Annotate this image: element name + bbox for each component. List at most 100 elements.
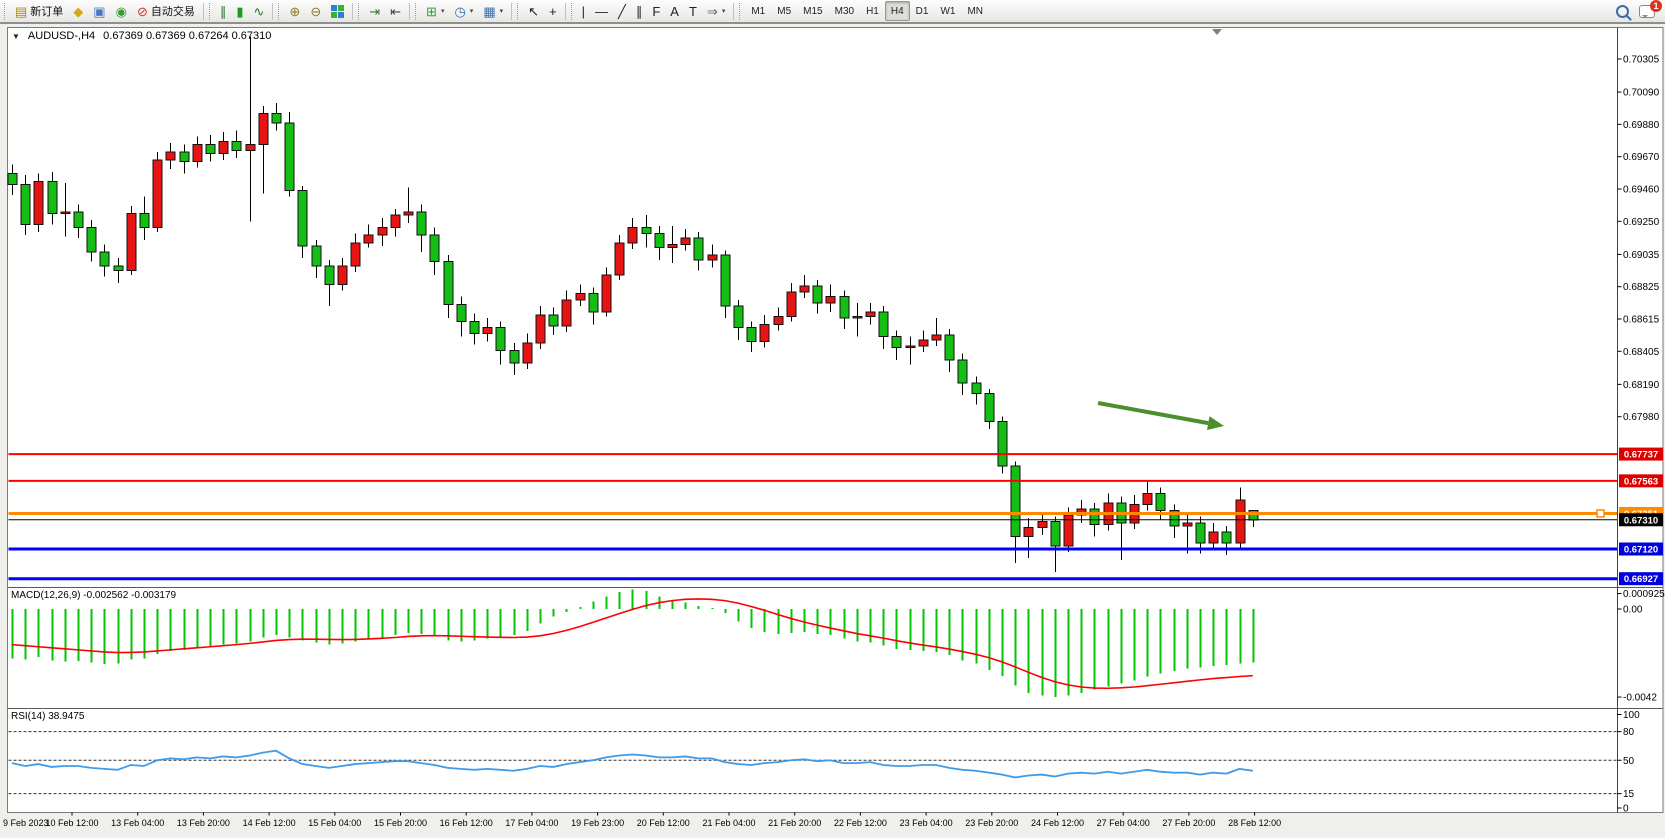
candle-body	[906, 346, 915, 348]
timeframe-mn-button[interactable]: MN	[961, 1, 989, 21]
timeframe-w1-button[interactable]: W1	[934, 1, 961, 21]
tile-windows-icon	[331, 5, 344, 18]
candle-body	[813, 286, 822, 303]
candle-body	[985, 394, 994, 422]
ohlc-values: 0.67369 0.67369 0.67264 0.67310	[103, 30, 271, 42]
chart-canvas[interactable]: 0.703050.700900.698800.696700.694600.692…	[0, 0, 1665, 838]
price-axis-label: 0.68190	[1623, 380, 1660, 391]
chart-window	[8, 28, 1664, 813]
arrows-tool-dropdown-icon[interactable]: ▾	[722, 7, 726, 15]
vertical-line-tool-button[interactable]: |	[578, 0, 589, 22]
candle-body	[391, 215, 400, 227]
periods-dropdown-icon[interactable]: ▾	[470, 7, 474, 15]
candle-body	[180, 152, 189, 161]
time-axis-label: 21 Feb 20:00	[768, 818, 821, 828]
indicators-button[interactable]: ⊞▾	[422, 0, 448, 22]
text-tool-button[interactable]: A	[666, 0, 683, 22]
time-axis-label: 14 Feb 12:00	[243, 818, 296, 828]
fibonacci-tool-button[interactable]: F	[648, 0, 664, 22]
timeframe-d1-button[interactable]: D1	[910, 1, 935, 21]
line-handle[interactable]	[1597, 510, 1604, 517]
time-axis-label: 28 Feb 12:00	[1228, 818, 1281, 828]
timeframe-m30-button[interactable]: M30	[829, 1, 860, 21]
chat-icon[interactable]: 1	[1639, 5, 1655, 18]
autoscroll-icon: ⇥	[369, 5, 380, 18]
search-icon[interactable]	[1616, 5, 1629, 18]
price-level-badge-text: 0.67120	[1624, 545, 1658, 556]
candle-body	[140, 214, 149, 228]
timeframe-h1-button[interactable]: H1	[860, 1, 885, 21]
candle-body	[510, 351, 519, 363]
clock-icon: ◷	[454, 5, 465, 18]
channel-icon: ∥	[636, 5, 643, 18]
zoomin-icon: ⊕	[289, 5, 300, 18]
templates-button[interactable]: ▦▾	[479, 0, 507, 22]
timeframe-m1-button[interactable]: M1	[745, 1, 771, 21]
candle-body	[21, 184, 30, 224]
candle-body	[840, 297, 849, 319]
candle-body	[655, 234, 664, 248]
periods-button[interactable]: ◷▾	[450, 0, 477, 22]
signal-icon: ◉	[116, 5, 127, 18]
text-label-tool-button[interactable]: T	[685, 0, 701, 22]
tile-windows-button[interactable]	[327, 0, 348, 22]
toolbar: ▤新订单◆▣◉⊘自动交易∥▮∿⊕⊖⇥⇤⊞▾◷▾▦▾↖+|—╱∥FAT⇒▾M1M5…	[0, 0, 1665, 24]
timeframe-m5-button[interactable]: M5	[771, 1, 797, 21]
timeframe-m15-button[interactable]: M15	[797, 1, 828, 21]
candle-body	[87, 227, 96, 252]
candle-body	[866, 312, 875, 317]
signal-button[interactable]: ◉	[112, 0, 131, 22]
candle-body	[1011, 466, 1020, 537]
auto-trading-button[interactable]: ⊘自动交易	[133, 0, 199, 22]
candle-body	[34, 181, 43, 224]
templates-dropdown-icon[interactable]: ▾	[500, 7, 504, 15]
symbol-dropdown-icon[interactable]: ▼	[12, 32, 20, 41]
price-level-badge-text: 0.66927	[1624, 574, 1658, 585]
cursor-button[interactable]: ↖	[524, 0, 543, 22]
trendline-tool-button[interactable]: ╱	[614, 0, 630, 22]
auto-trading-label: 自动交易	[151, 3, 195, 19]
chart-shift-button[interactable]: ⇤	[386, 0, 405, 22]
auto-scroll-button[interactable]: ⇥	[365, 0, 384, 22]
candle-body	[589, 294, 598, 312]
candle-body	[998, 421, 1007, 466]
crosshair-button[interactable]: +	[545, 0, 561, 22]
cursor-icon: ↖	[528, 5, 539, 18]
arrows-icon: ⇒	[707, 5, 718, 18]
horizontal-line-tool-button[interactable]: —	[591, 0, 612, 22]
vline-icon: |	[582, 5, 585, 18]
candlestick-mode-button[interactable]: ▮	[232, 0, 247, 22]
candle-body	[325, 266, 334, 284]
indicators-dropdown-icon[interactable]: ▾	[441, 7, 445, 15]
gold-icon: ◆	[73, 5, 83, 18]
candle-body	[1222, 532, 1231, 543]
candle-body	[430, 235, 439, 261]
new-order-button[interactable]: ▤新订单	[11, 0, 67, 22]
candle-body	[562, 300, 571, 326]
gold-symbols-button[interactable]: ◆	[69, 0, 87, 22]
line-chart-mode-button[interactable]: ∿	[250, 0, 269, 22]
candle-body	[364, 235, 373, 243]
candle-body	[549, 315, 558, 326]
market-watch-window-button[interactable]: ▣	[89, 0, 109, 22]
zoom-out-button[interactable]: ⊖	[306, 0, 325, 22]
candle-body	[457, 304, 466, 321]
candle-body	[1156, 494, 1165, 511]
rsi-axis-label: 0	[1623, 804, 1629, 815]
channel-tool-button[interactable]: ∥	[632, 0, 647, 22]
timeframe-h4-button[interactable]: H4	[885, 1, 910, 21]
candle-body	[470, 321, 479, 333]
time-axis[interactable]: 9 Feb 202310 Feb 12:0013 Feb 04:0013 Feb…	[3, 813, 1281, 829]
candle-body	[1038, 521, 1047, 527]
textA-icon: A	[670, 5, 679, 18]
doc-icon: ▤	[15, 5, 27, 18]
candle-body	[602, 275, 611, 312]
candle-body	[932, 335, 941, 340]
candle-body	[721, 255, 730, 306]
candle-body	[774, 317, 783, 325]
candle-body	[444, 261, 453, 304]
arrows-tool-button[interactable]: ⇒▾	[703, 0, 729, 22]
zoom-in-button[interactable]: ⊕	[285, 0, 304, 22]
macd-axis-label: 0.00	[1623, 605, 1643, 616]
bar-chart-mode-button[interactable]: ∥	[216, 0, 231, 22]
